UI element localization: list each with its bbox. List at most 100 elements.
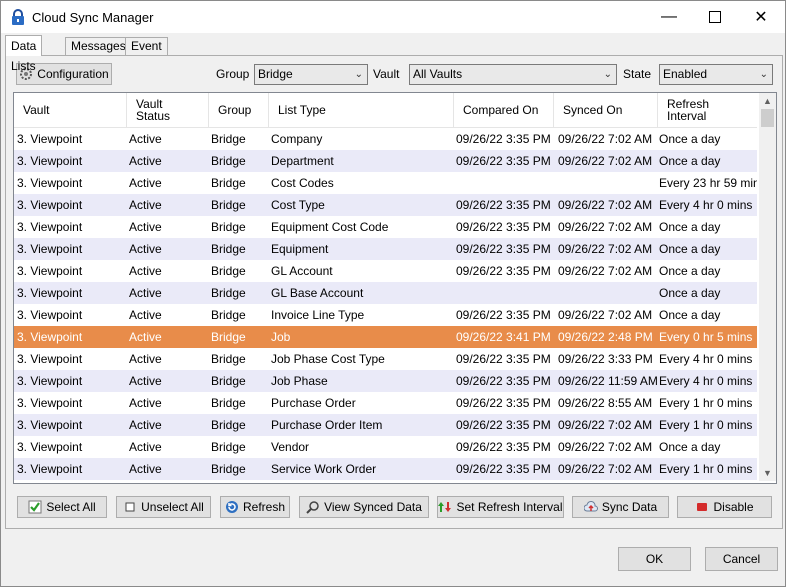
- cell-refresh-interval: Every 1 hr 0 mins: [659, 462, 753, 476]
- column-header-vault-status[interactable]: Vault Status: [127, 93, 209, 127]
- ok-button[interactable]: OK: [618, 547, 691, 571]
- cell-synced-on: 09/26/22 7:02 AM: [558, 132, 653, 146]
- cell-compared-on: [456, 172, 556, 194]
- cell-synced-on: 09/26/22 2:48 PM: [558, 330, 653, 344]
- table-row[interactable]: 3. Viewpoint Active Bridge Company 09/26/22 …: [14, 128, 757, 150]
- column-header-list-type[interactable]: List Type: [269, 93, 454, 127]
- cell-group: Bridge: [211, 242, 246, 256]
- cell-group: Bridge: [211, 418, 246, 432]
- refresh-button[interactable]: Refresh: [220, 496, 290, 518]
- cell-compared-on: 09/26/22 3:35 PM: [456, 308, 551, 322]
- table-row[interactable]: 3. Viewpoint Active Bridge Vendor 09/26/22 3…: [14, 436, 757, 458]
- cell-vault-status: Active: [129, 352, 162, 366]
- cell-compared-on: 09/26/22 3:35 PM: [456, 418, 551, 432]
- cell-synced-on: 09/26/22 7:02 AM: [558, 440, 653, 454]
- cell-vault-status: Active: [129, 286, 162, 300]
- cell-vault: 3. Viewpoint: [17, 440, 83, 454]
- cell-compared-on: 09/26/22 3:35 PM: [456, 264, 551, 278]
- table-row[interactable]: 3. Viewpoint Active Bridge Job Phase 09/26/2…: [14, 370, 757, 392]
- cell-list-type: Equipment Cost Code: [271, 220, 389, 234]
- table-row[interactable]: 3. Viewpoint Active Bridge Purchase Order I…: [14, 414, 757, 436]
- grid-header: Vault Vault Status Group List Type Compa…: [14, 93, 757, 128]
- window-title: Cloud Sync Manager: [32, 10, 154, 25]
- cell-vault: 3. Viewpoint: [17, 264, 83, 278]
- cell-compared-on: [456, 282, 556, 304]
- tab-event-log[interactable]: Event Log: [125, 37, 168, 70]
- vertical-scrollbar[interactable]: ▲ ▼: [759, 93, 776, 481]
- table-row[interactable]: 3. Viewpoint Active Bridge Cost Codes Every …: [14, 172, 757, 194]
- cell-synced-on: 09/26/22 7:02 AM: [558, 264, 653, 278]
- cell-group: Bridge: [211, 132, 246, 146]
- cell-refresh-interval: Once a day: [659, 242, 721, 256]
- vault-label: Vault: [373, 67, 400, 81]
- column-header-synced-on[interactable]: Synced On: [554, 93, 658, 127]
- cancel-button[interactable]: Cancel: [705, 547, 778, 571]
- minimize-button[interactable]: —: [646, 1, 692, 33]
- group-select[interactable]: Bridge ⌄: [254, 64, 368, 85]
- cell-group: Bridge: [211, 396, 246, 410]
- cell-refresh-interval: Once a day: [659, 154, 721, 168]
- column-header-vault[interactable]: Vault: [14, 93, 127, 127]
- set-refresh-interval-label: Set Refresh Interval: [456, 500, 563, 514]
- cell-vault-status: Active: [129, 374, 162, 388]
- column-header-refresh-interval[interactable]: Refresh Interval: [658, 93, 757, 127]
- table-row[interactable]: 3. Viewpoint Active Bridge Service Work Ord…: [14, 458, 757, 480]
- unselect-all-button[interactable]: Unselect All: [116, 496, 211, 518]
- select-all-label: Select All: [46, 500, 96, 514]
- cell-list-type: Company: [271, 132, 323, 146]
- close-button[interactable]: ✕: [738, 1, 784, 33]
- table-row[interactable]: 3. Viewpoint Active Bridge Department 09/26/…: [14, 150, 757, 172]
- table-row[interactable]: 3. Viewpoint Active Bridge Equipment Cost C…: [14, 216, 757, 238]
- scroll-down-icon[interactable]: ▼: [759, 465, 776, 481]
- table-row[interactable]: 3. Viewpoint Active Bridge Job Phase Cost T…: [14, 348, 757, 370]
- cell-vault: 3. Viewpoint: [17, 220, 83, 234]
- cell-refresh-interval: Once a day: [659, 286, 721, 300]
- cell-refresh-interval: Every 4 hr 0 mins: [659, 198, 753, 212]
- checkmark-icon: [28, 500, 42, 514]
- view-synced-data-button[interactable]: View Synced Data: [299, 496, 429, 518]
- cell-list-type: GL Base Account: [271, 286, 364, 300]
- cell-synced-on: 09/26/22 7:02 AM: [558, 198, 653, 212]
- table-row[interactable]: 3. Viewpoint Active Bridge GL Base Account O…: [14, 282, 757, 304]
- table-row[interactable]: 3. Viewpoint Active Bridge Cost Type 09/26/2…: [14, 194, 757, 216]
- cell-group: Bridge: [211, 220, 246, 234]
- scroll-thumb[interactable]: [761, 109, 774, 127]
- set-refresh-interval-button[interactable]: Set Refresh Interval: [437, 496, 564, 518]
- cell-vault: 3. Viewpoint: [17, 286, 83, 300]
- table-row[interactable]: 3. Viewpoint Active Bridge Invoice Line Typ…: [14, 304, 757, 326]
- cell-list-type: Cost Codes: [271, 176, 334, 190]
- disable-label: Disable: [713, 500, 754, 514]
- cell-refresh-interval: Every 1 hr 0 mins: [659, 396, 753, 410]
- tab-messages[interactable]: Messages: [65, 37, 132, 55]
- disable-button[interactable]: Disable: [677, 496, 772, 518]
- cancel-label: Cancel: [722, 552, 761, 566]
- cell-vault-status: Active: [129, 440, 162, 454]
- cell-vault: 3. Viewpoint: [17, 396, 83, 410]
- sync-data-button[interactable]: Sync Data: [572, 496, 669, 518]
- sync-data-label: Sync Data: [601, 500, 658, 514]
- cell-refresh-interval: Every 0 hr 5 mins: [659, 330, 753, 344]
- state-select[interactable]: Enabled ⌄: [659, 64, 773, 85]
- data-lists-grid[interactable]: Vault Vault Status Group List Type Compa…: [13, 92, 777, 484]
- column-header-compared-on[interactable]: Compared On: [454, 93, 554, 127]
- table-row[interactable]: 3. Viewpoint Active Bridge GL Account 09/26/…: [14, 260, 757, 282]
- cell-synced-on: 09/26/22 7:02 AM: [558, 154, 653, 168]
- cell-group: Bridge: [211, 264, 246, 278]
- scroll-up-icon[interactable]: ▲: [759, 93, 776, 109]
- cell-list-type: Cost Type: [271, 198, 325, 212]
- maximize-button[interactable]: [692, 1, 738, 33]
- column-header-group[interactable]: Group: [209, 93, 269, 127]
- maximize-icon: [709, 11, 721, 23]
- cell-synced-on: [558, 282, 660, 304]
- select-all-button[interactable]: Select All: [17, 496, 107, 518]
- cell-vault-status: Active: [129, 198, 162, 212]
- table-row[interactable]: 3. Viewpoint Active Bridge Purchase Order 09…: [14, 392, 757, 414]
- tab-data-lists[interactable]: Data Lists: [5, 35, 43, 73]
- table-row[interactable]: 3. Viewpoint Active Bridge Job 09/26/22 3:41…: [14, 326, 757, 348]
- minimize-icon: —: [661, 8, 677, 25]
- cell-refresh-interval: Once a day: [659, 220, 721, 234]
- table-row[interactable]: 3. Viewpoint Active Bridge Equipment 09/26/2…: [14, 238, 757, 260]
- cell-compared-on: 09/26/22 3:35 PM: [456, 242, 551, 256]
- state-label: State: [623, 67, 652, 81]
- vault-select[interactable]: All Vaults ⌄: [409, 64, 617, 85]
